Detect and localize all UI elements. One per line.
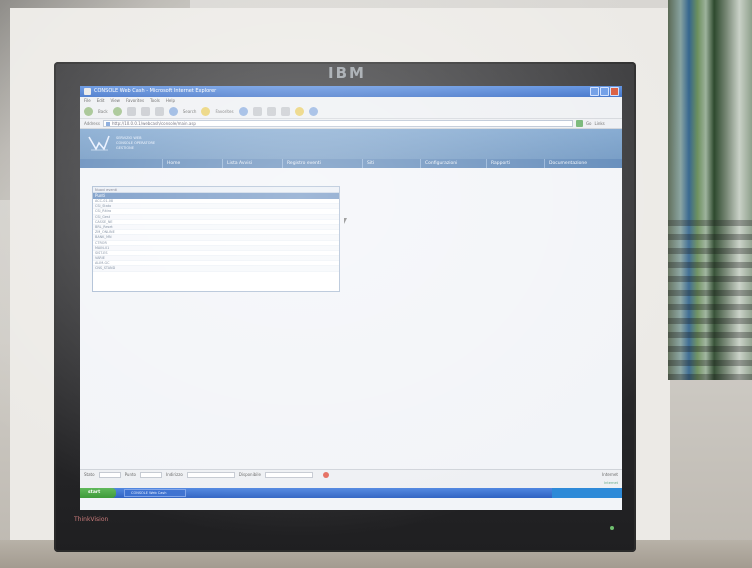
search-label: Search [182,109,197,114]
internet-zone-label: Internet [604,481,618,485]
mouse-cursor-icon [344,218,347,224]
status-field-disponibile[interactable] [264,471,313,478]
panel-list: ACC-01-08 CSI_Stato CSI_Ritiro CSI_Gest … [93,199,339,272]
go-arrow-icon[interactable] [575,120,583,127]
main-nav: Home Lista Avvisi Registro eventi Siti C… [80,159,622,168]
nav-registro-eventi[interactable]: Registro eventi [282,159,362,168]
nav-siti[interactable]: Siti [362,159,420,168]
browser-toolbar: Back Search Favorites [80,105,622,119]
status-field-punto[interactable] [140,471,163,478]
mail-icon[interactable] [266,107,276,116]
system-tray [552,488,622,498]
banner-text: SERVIZIO WEB CONSOLE OPERATORE GESTIONE [116,136,155,151]
browser-statusbar: Internet [80,479,622,488]
media-icon[interactable] [238,107,248,116]
monitor-brand-logo: IBM [328,64,366,82]
address-input[interactable]: http://10.0.0.1/webcash/console/main.asp [102,120,573,127]
print-icon[interactable] [280,107,290,116]
events-panel: Nuovi eventi Punti ACC-01-08 CSI_Stato C… [92,186,340,292]
close-button[interactable] [610,87,619,96]
window-controls [590,87,619,96]
status-label-indirizzo: Indirizzo [166,471,183,477]
address-bar: Address http://10.0.0.1/webcash/console/… [80,119,622,129]
list-item[interactable]: CNS_STAND [93,266,339,272]
alert-icon[interactable] [322,471,329,478]
minimize-button[interactable] [590,87,599,96]
status-label-punto: Punto [124,471,137,477]
stop-icon[interactable] [126,107,136,116]
status-label-stato: Stato [84,471,95,477]
menu-help[interactable]: Help [166,97,175,105]
forward-arrow-icon[interactable] [112,107,122,116]
nav-documentazione[interactable]: Documentazione [544,159,622,168]
messenger-icon[interactable] [308,107,318,116]
back-arrow-icon[interactable] [84,107,93,116]
home-icon[interactable] [154,107,164,116]
back-label: Back [98,109,108,114]
ie-icon [84,88,91,95]
windows-taskbar: start CONSOLE Web Cash [80,488,622,498]
banner-line-3: GESTIONE [116,146,134,150]
nav-configurazioni[interactable]: Configurazioni [420,159,486,168]
server-rack-cables [668,0,752,380]
page-statusbar: Stato Punto Indirizzo Disponibile Intern… [80,469,622,479]
start-button[interactable]: start [80,488,116,498]
favorites-label: Favorites [215,109,234,114]
page-banner: SERVIZIO WEB CONSOLE OPERATORE GESTIONE [80,129,622,159]
monitor-screen: CONSOLE Web Cash - Microsoft Internet Ex… [80,86,622,510]
menu-favorites[interactable]: Favorites [126,97,144,105]
nav-rapporti[interactable]: Rapporti [486,159,544,168]
maximize-button[interactable] [600,87,609,96]
power-led-icon [610,526,614,530]
status-field-stato[interactable] [98,471,121,478]
menu-edit[interactable]: Edit [97,97,105,105]
window-titlebar[interactable]: CONSOLE Web Cash - Microsoft Internet Ex… [80,86,622,97]
folder-icon[interactable] [294,107,304,116]
app-logo-icon [88,135,110,151]
nav-lista-avvisi[interactable]: Lista Avvisi [222,159,282,168]
refresh-icon[interactable] [140,107,150,116]
menu-tools[interactable]: Tools [150,97,160,105]
history-icon[interactable] [252,107,262,116]
search-icon[interactable] [168,107,178,116]
status-field-indirizzo[interactable] [186,471,235,478]
taskbar-window-button[interactable]: CONSOLE Web Cash [124,489,186,497]
menu-file[interactable]: File [84,97,91,105]
menu-view[interactable]: View [110,97,120,105]
status-label-disponibile: Disponibile [238,471,261,477]
monitor-model-label: ThinkVision [74,516,109,523]
address-label: Address [84,121,100,126]
go-button[interactable]: Go [586,121,592,126]
window-title: CONSOLE Web Cash - Microsoft Internet Ex… [94,88,217,94]
menu-bar: File Edit View Favorites Tools Help [80,97,622,105]
favorites-star-icon[interactable] [201,107,211,116]
status-zone-right: Internet [602,471,618,477]
nav-home[interactable]: Home [162,159,222,168]
links-button[interactable]: Links [594,121,604,126]
